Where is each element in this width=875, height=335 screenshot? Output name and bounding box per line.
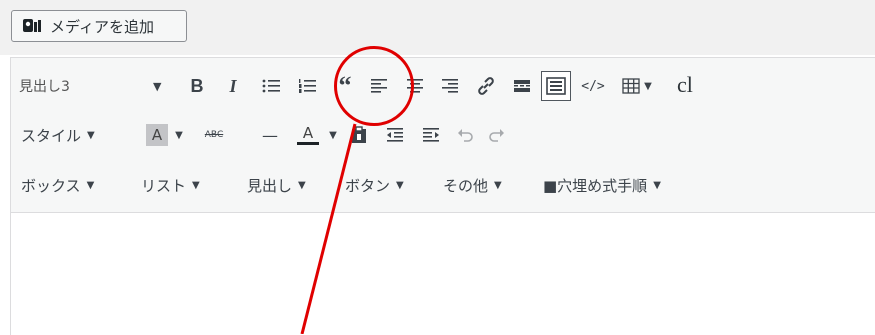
annotation-arrow: [300, 123, 357, 334]
